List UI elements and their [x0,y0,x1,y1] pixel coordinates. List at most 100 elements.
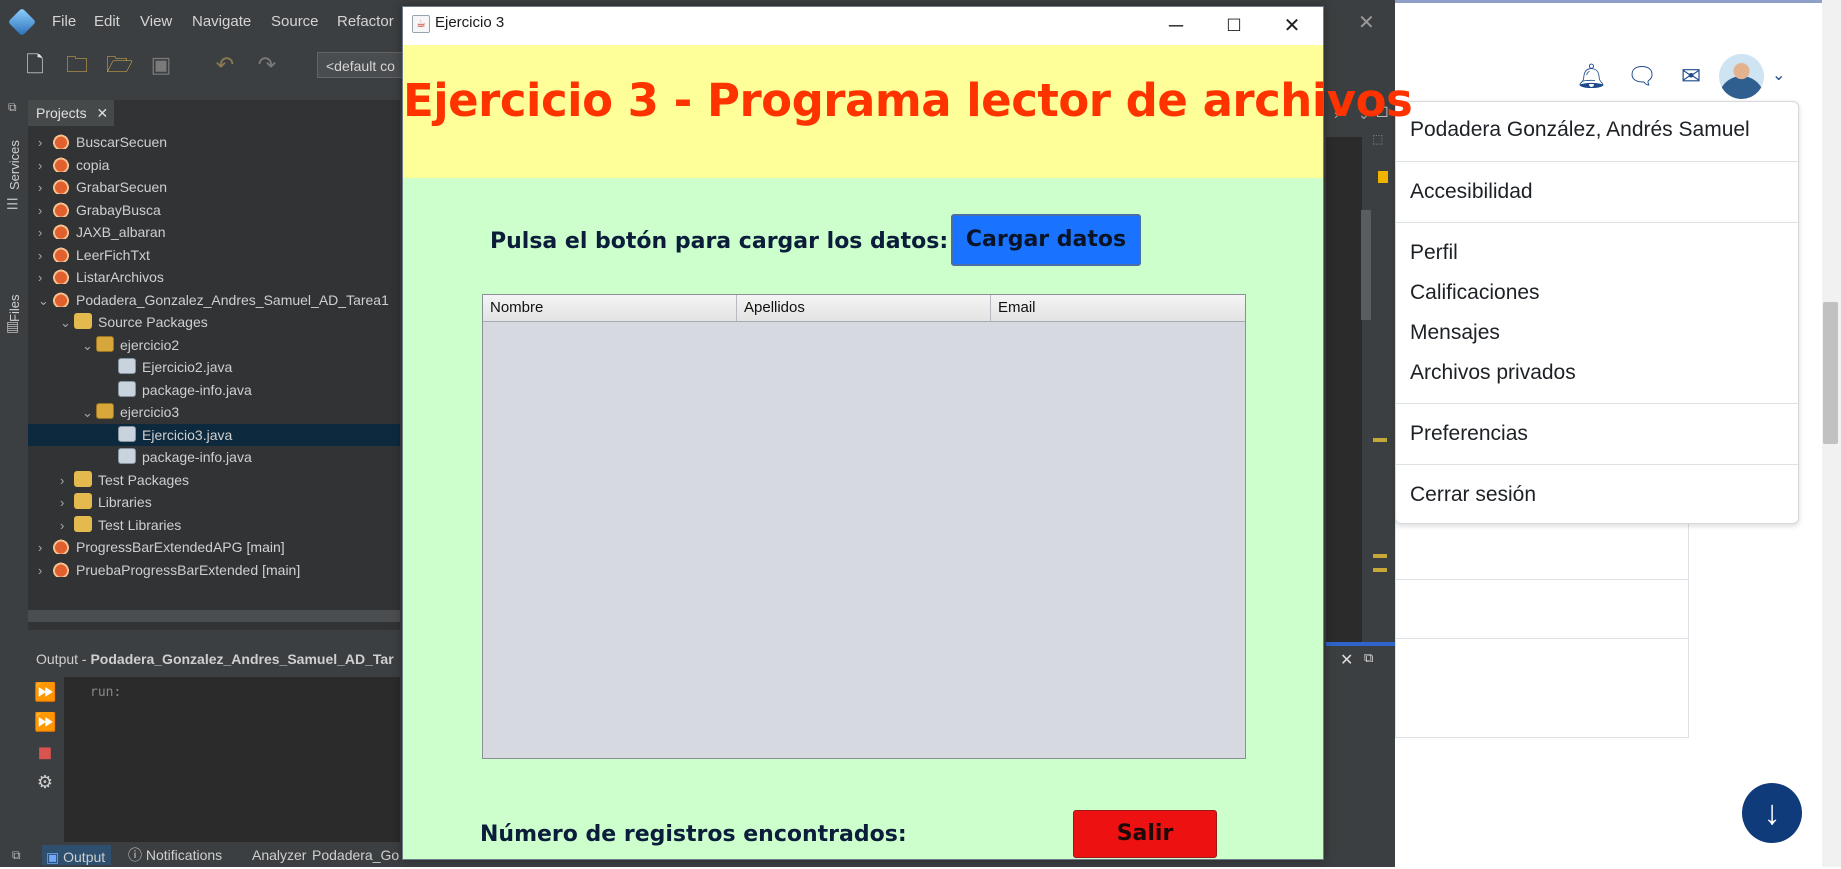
maximize-icon[interactable]: ☐ [1205,7,1263,45]
status-output-tab[interactable]: ▣ Output [42,845,112,865]
menu-item-mensajes[interactable]: Mensajes [1410,321,1500,345]
tree-item[interactable]: › ListarArchivos [28,266,400,288]
output-restore-icon[interactable]: ⧉ [1364,650,1373,666]
tree-item[interactable]: ⌄ Source Packages [28,311,400,333]
minimize-group-icon[interactable]: ⧉ [12,843,21,867]
menu-edit[interactable]: Edit [94,13,120,30]
chevron-down-icon[interactable]: ⌄ [38,290,52,312]
chat-icon[interactable]: 🗨︎ [1627,63,1657,91]
tree-item-label: LeerFichTxt [76,247,150,263]
scroll-down-button[interactable]: ↓ [1742,783,1802,843]
rerun-icon[interactable]: ⏩ [34,681,56,703]
rerun-with-options-icon[interactable]: ⏩ [34,711,56,733]
projects-tab[interactable]: Projects ✕ [28,100,114,126]
new-project-icon[interactable]: 🗀 [64,52,90,78]
column-header-email[interactable]: Email [991,295,1245,321]
chevron-down-icon[interactable]: ⌄ [82,335,96,357]
menu-view[interactable]: View [140,13,172,30]
menu-item-calificaciones[interactable]: Calificaciones [1410,281,1540,305]
load-data-button[interactable]: Cargar datos [951,214,1141,266]
tree-item[interactable]: ⌄ ejercicio3 [28,401,400,423]
open-project-icon[interactable]: 🗁 [106,52,133,78]
menu-item-archivos-privados[interactable]: Archivos privados [1410,361,1576,385]
tree-item[interactable]: › GrabarSecuen [28,176,400,198]
tree-item[interactable]: ⌄ Podadera_Gonzalez_Andres_Samuel_AD_Tare… [28,289,400,311]
editor-mark[interactable] [1373,438,1387,442]
status-analyzer-tab[interactable]: Analyzer [252,843,306,867]
tree-item[interactable]: › Test Packages [28,469,400,491]
tree-item[interactable]: › copia [28,154,400,176]
chevron-right-icon[interactable]: › [60,492,74,514]
editor-scrollbar-thumb[interactable] [1361,210,1371,320]
tree-item[interactable]: › ProgressBarExtendedAPG [main] [28,536,400,558]
user-avatar[interactable] [1719,54,1764,99]
ide-close-icon[interactable]: ✕ [1358,10,1375,35]
menu-navigate[interactable]: Navigate [192,13,251,30]
tree-item[interactable]: › Test Libraries [28,514,400,536]
settings-icon[interactable]: ⚙ [34,771,56,793]
chevron-right-icon[interactable]: › [38,245,52,267]
exit-button[interactable]: Salir [1073,810,1217,858]
editor-mark[interactable] [1373,554,1387,558]
projects-horizontal-scrollbar[interactable] [28,610,400,622]
tree-item[interactable]: Ejercicio3.java [28,424,400,446]
chevron-down-icon[interactable]: ⌄ [82,402,96,424]
menu-item-preferencias[interactable]: Preferencias [1410,422,1528,446]
tree-item[interactable]: › Libraries [28,491,400,513]
chevron-right-icon[interactable]: › [38,132,52,154]
chevron-right-icon[interactable]: › [38,267,52,289]
mail-icon[interactable]: ✉︎ [1677,63,1705,91]
tree-item[interactable]: package-info.java [28,446,400,468]
tree-item[interactable]: ⌄ ejercicio2 [28,334,400,356]
tree-item[interactable]: Ejercicio2.java [28,356,400,378]
column-header-apellidos[interactable]: Apellidos [737,295,991,321]
minimize-group-icon[interactable]: ⧉ [8,100,17,115]
status-notifications-tab[interactable]: ⓘ Notifications [128,843,222,867]
editor-warning-marker[interactable] [1378,171,1388,183]
menu-user-name[interactable]: Podadera González, Andrés Samuel [1410,118,1750,142]
chevron-down-icon[interactable]: ⌄ [1772,65,1785,85]
chevron-right-icon[interactable]: › [38,537,52,559]
chevron-right-icon[interactable]: › [38,222,52,244]
stop-icon[interactable]: ◼ [34,741,56,763]
close-icon[interactable]: ✕ [1263,7,1321,45]
menu-item-perfil[interactable]: Perfil [1410,241,1458,265]
menu-refactor[interactable]: Refactor [337,13,394,30]
chevron-down-icon[interactable]: ⌄ [60,312,74,334]
save-all-icon[interactable]: ▣ [148,52,174,78]
editor-options-icon[interactable]: ⬚ [1372,132,1383,146]
menu-source[interactable]: Source [271,13,319,30]
services-side-tab[interactable]: Services [7,140,22,190]
undo-icon[interactable]: ↶ [212,52,238,78]
chevron-right-icon[interactable]: › [38,560,52,582]
tree-item[interactable]: › BuscarSecuen [28,131,400,153]
chevron-right-icon[interactable]: › [60,515,74,537]
new-file-icon[interactable]: 🗋 [22,52,48,78]
output-console[interactable]: run: [64,677,400,842]
editor-mark[interactable] [1373,568,1387,572]
chevron-right-icon[interactable]: › [38,155,52,177]
tree-item-label: Ejercicio3.java [142,427,233,443]
close-tab-icon[interactable]: ✕ [96,105,108,121]
tree-item[interactable]: › PruebaProgressBarExtended [main] [28,559,400,581]
chevron-right-icon[interactable]: › [38,177,52,199]
configuration-combo[interactable]: <default co [317,52,407,78]
output-icon: ▣ [46,849,60,865]
tree-item[interactable]: package-info.java [28,379,400,401]
tree-item[interactable]: › LeerFichTxt [28,244,400,266]
menu-file[interactable]: File [52,13,76,30]
bell-icon[interactable]: 🔔︎ [1576,63,1606,91]
redo-icon[interactable]: ↷ [254,52,280,78]
tree-item[interactable]: › GrabayBusca [28,199,400,221]
chevron-right-icon[interactable]: › [38,200,52,222]
data-table[interactable] [482,294,1246,759]
minimize-icon[interactable]: ─ [1147,7,1205,45]
menu-item-accesibilidad[interactable]: Accesibilidad [1410,180,1533,204]
chevron-right-icon[interactable]: › [60,470,74,492]
output-close-icon[interactable]: ✕ [1340,650,1353,670]
menu-item-cerrar-sesion[interactable]: Cerrar sesión [1410,483,1536,507]
tree-item[interactable]: › JAXB_albaran [28,221,400,243]
browser-scroll-thumb[interactable] [1823,302,1838,444]
java-file-icon [118,448,136,464]
column-header-nombre[interactable]: Nombre [483,295,737,321]
